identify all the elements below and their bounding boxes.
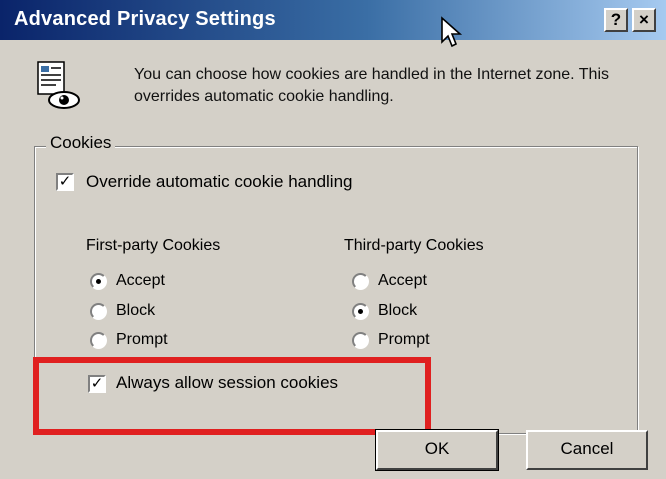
title-bar[interactable]: Advanced Privacy Settings ? × — [0, 0, 666, 40]
red-highlight-box — [33, 357, 431, 435]
first-party-block-radio[interactable] — [90, 303, 107, 320]
mouse-cursor-icon — [441, 16, 463, 48]
third-party-block-label[interactable]: Block — [378, 302, 417, 320]
help-button[interactable]: ? — [604, 8, 628, 32]
close-button[interactable]: × — [632, 8, 656, 32]
cookies-group-label: Cookies — [46, 133, 116, 153]
third-party-heading: Third-party Cookies — [344, 237, 484, 254]
ok-button[interactable]: OK — [375, 429, 499, 471]
first-party-block-label[interactable]: Block — [116, 302, 155, 320]
intro-text: You can choose how cookies are handled i… — [134, 66, 609, 105]
privacy-document-eye-icon — [37, 61, 80, 109]
third-party-prompt-label[interactable]: Prompt — [378, 331, 430, 349]
first-party-heading: First-party Cookies — [86, 237, 221, 254]
cancel-button[interactable]: Cancel — [526, 430, 648, 470]
window-title: Advanced Privacy Settings — [14, 8, 276, 30]
first-party-prompt-radio[interactable] — [90, 332, 107, 349]
third-party-accept-radio[interactable] — [352, 273, 369, 290]
third-party-accept-label[interactable]: Accept — [378, 272, 427, 290]
override-label[interactable]: Override automatic cookie handling — [86, 172, 352, 192]
third-party-block-radio[interactable] — [352, 303, 369, 320]
first-party-accept-radio[interactable] — [90, 273, 107, 290]
third-party-prompt-radio[interactable] — [352, 332, 369, 349]
first-party-prompt-label[interactable]: Prompt — [116, 331, 168, 349]
advanced-privacy-settings-dialog: Advanced Privacy Settings ? × You can ch… — [0, 0, 666, 479]
first-party-accept-label[interactable]: Accept — [116, 272, 165, 290]
override-checkbox[interactable]: ✓ — [56, 173, 74, 191]
